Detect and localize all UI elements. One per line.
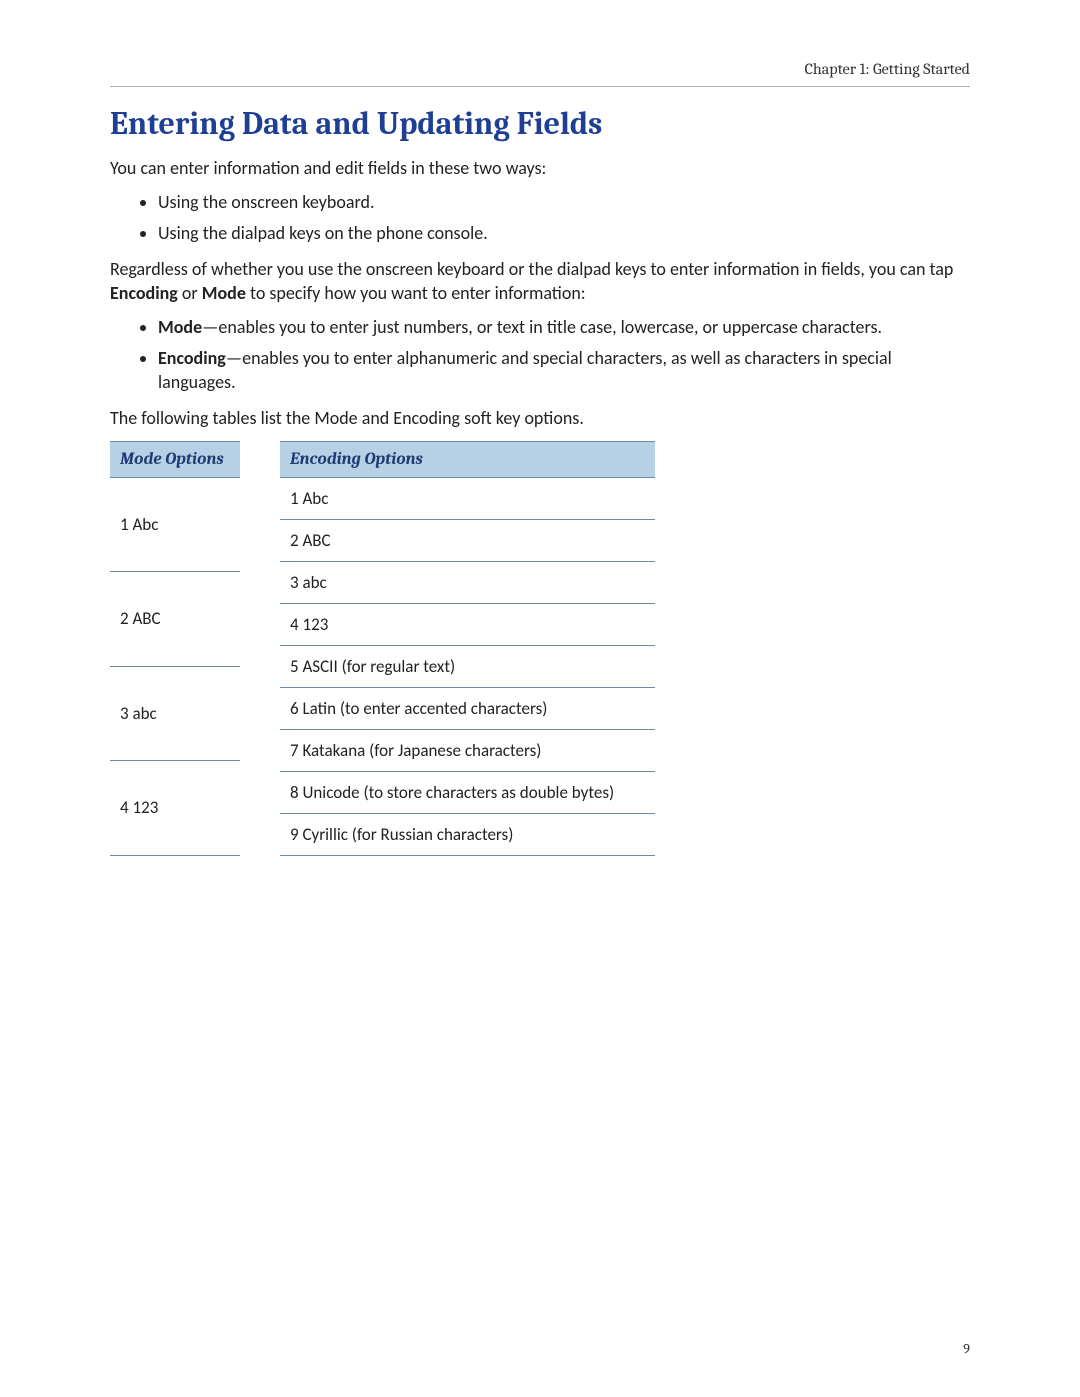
bold-text: Encoding — [158, 347, 226, 369]
table-cell: 4 123 — [110, 761, 240, 856]
table-row: 7 Katakana (for Japanese characters) — [280, 729, 655, 771]
list-item: Using the onscreen keyboard. — [158, 190, 970, 214]
table-row: 8 Unicode (to store characters as double… — [280, 771, 655, 813]
header-rule — [110, 86, 970, 87]
table-header: Encoding Options — [280, 441, 655, 477]
section-title: Entering Data and Updating Fields — [110, 105, 970, 142]
table-cell: 2 ABC — [280, 519, 655, 561]
ways-list: Using the onscreen keyboard. Using the d… — [110, 190, 970, 245]
page-number: 9 — [963, 1340, 970, 1357]
bold-text: Encoding — [110, 282, 178, 304]
table-cell: 6 Latin (to enter accented characters) — [280, 687, 655, 729]
table-row: 2 ABC — [280, 519, 655, 561]
tables-intro-paragraph: The following tables list the Mode and E… — [110, 406, 970, 430]
chapter-header: Chapter 1: Getting Started — [110, 60, 970, 78]
table-cell: 2 ABC — [110, 572, 240, 667]
table-cell: 7 Katakana (for Japanese characters) — [280, 729, 655, 771]
list-item: Mode—enables you to enter just numbers, … — [158, 315, 970, 339]
table-row: 3 abc — [280, 561, 655, 603]
table-row: 1 Abc — [280, 477, 655, 519]
table-cell: 5 ASCII (for regular text) — [280, 645, 655, 687]
table-row: 3 abc — [110, 666, 240, 761]
table-row: 5 ASCII (for regular text) — [280, 645, 655, 687]
table-row: 1 Abc — [110, 477, 240, 572]
table-cell: 9 Cyrillic (for Russian characters) — [280, 813, 655, 855]
table-cell: 1 Abc — [110, 477, 240, 572]
table-cell: 3 abc — [110, 666, 240, 761]
table-cell: 3 abc — [280, 561, 655, 603]
text: Regardless of whether you use the onscre… — [110, 258, 953, 280]
table-cell: 8 Unicode (to store characters as double… — [280, 771, 655, 813]
table-cell: 4 123 — [280, 603, 655, 645]
list-item: Encoding—enables you to enter alphanumer… — [158, 346, 970, 395]
bold-text: Mode — [158, 316, 202, 338]
intro-paragraph: You can enter information and edit field… — [110, 156, 970, 180]
text: to specify how you want to enter informa… — [246, 282, 586, 304]
table-row: 9 Cyrillic (for Russian characters) — [280, 813, 655, 855]
table-header: Mode Options — [110, 441, 240, 477]
text: —enables you to enter alphanumeric and s… — [158, 347, 892, 393]
mode-options-table: Mode Options 1 Abc 2 ABC 3 abc 4 123 — [110, 441, 240, 856]
list-item: Using the dialpad keys on the phone cons… — [158, 221, 970, 245]
definitions-list: Mode—enables you to enter just numbers, … — [110, 315, 970, 394]
document-page: Chapter 1: Getting Started Entering Data… — [0, 0, 1080, 1397]
text: or — [178, 282, 202, 304]
tables-row: Mode Options 1 Abc 2 ABC 3 abc 4 123 Enc… — [110, 441, 970, 856]
paragraph: Regardless of whether you use the onscre… — [110, 257, 970, 306]
table-row: 2 ABC — [110, 572, 240, 667]
bold-text: Mode — [202, 282, 246, 304]
text: —enables you to enter just numbers, or t… — [202, 316, 882, 338]
table-row: 6 Latin (to enter accented characters) — [280, 687, 655, 729]
table-row: 4 123 — [110, 761, 240, 856]
encoding-options-table: Encoding Options 1 Abc 2 ABC 3 abc 4 123… — [280, 441, 655, 856]
table-row: 4 123 — [280, 603, 655, 645]
table-cell: 1 Abc — [280, 477, 655, 519]
